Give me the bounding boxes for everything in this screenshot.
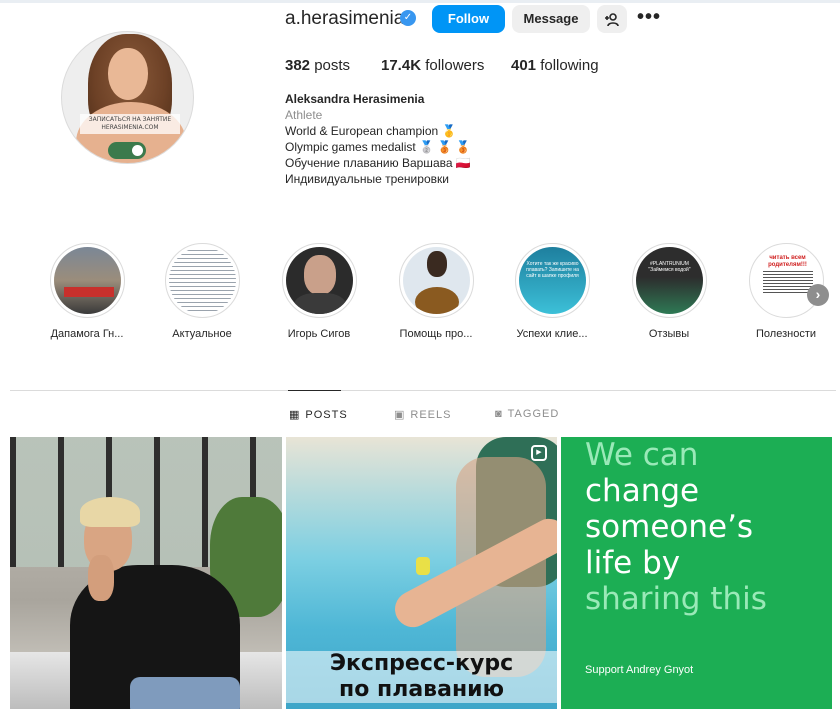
post-thumbnail[interactable]: We can change someone’s life by sharing …: [561, 437, 832, 709]
following-label: following: [540, 57, 599, 74]
post-thumbnail[interactable]: ▶ Экспресс-курс по плаванию: [286, 437, 557, 709]
highlight-item[interactable]: Хотите так же красиво плавать? Запишите …: [502, 243, 602, 340]
avatar-face: [108, 48, 148, 100]
active-tab-indicator: [288, 390, 341, 391]
post-person-hair: [80, 497, 140, 527]
highlight-body: [293, 293, 346, 314]
profile-full-name: Aleksandra Herasimenia: [285, 92, 425, 106]
highlight-label: Помощь про...: [399, 328, 473, 340]
profile-avatar[interactable]: ЗАПИСАТЬСЯ НА ЗАНЯТИЕ HERASIMENIA.COM: [61, 31, 194, 164]
highlight-label: Успехи клие...: [516, 328, 588, 340]
post-person-jeans: [130, 677, 240, 709]
add-user-icon: [605, 12, 619, 26]
bio-line: Olympic games medalist 🥈 🥉 🥉: [285, 140, 471, 154]
post-thumbnail[interactable]: [10, 437, 282, 709]
following-stat[interactable]: 401 following: [511, 57, 599, 74]
more-options-icon[interactable]: •••: [637, 7, 660, 27]
highlight-label: Отзывы: [648, 328, 690, 340]
post-text-line: someone’s: [585, 509, 754, 545]
tagged-icon: ◙: [495, 408, 503, 420]
highlight-cover: [285, 247, 353, 314]
chevron-right-icon[interactable]: ›: [807, 284, 829, 306]
avatar-toggle-graphic: [108, 142, 146, 159]
followers-label: followers: [425, 57, 485, 74]
followers-stat[interactable]: 17.4K followers: [381, 57, 484, 74]
highlight-item[interactable]: #PLANTRUNIUM "Займемся водой" Отзывы: [619, 243, 719, 340]
posts-count: 382: [285, 57, 311, 74]
followers-count: 17.4K: [381, 57, 422, 74]
post-text-line: life by: [585, 545, 681, 581]
post-caption-line: Экспресс-курс: [286, 651, 557, 677]
tabs-divider: [10, 390, 836, 391]
reel-icon: ▶: [531, 445, 547, 461]
verified-badge-icon: ✓: [400, 10, 416, 26]
tab-tagged[interactable]: ◙ TAGGED: [495, 408, 559, 420]
highlight-cover-text: #PLANTRUNIUM "Займемся водой": [648, 261, 691, 273]
highlight-cover: Хотите так же красиво плавать? Запишите …: [518, 247, 586, 314]
highlight-label: Игорь Сигов: [287, 328, 351, 340]
tab-reels[interactable]: ▣ REELS: [394, 408, 451, 421]
highlight-object: [414, 287, 459, 314]
highlight-cover-lines: [762, 271, 813, 295]
avatar-cta-text: ЗАПИСАТЬСЯ НА ЗАНЯТИЕ HERASIMENIA.COM: [80, 114, 180, 134]
reels-icon: ▣: [394, 409, 406, 421]
highlight-ring: [164, 243, 240, 318]
highlight-cover: читать всем родителям!!!: [752, 247, 820, 314]
bio-line: Индивидуальные тренировки: [285, 172, 449, 186]
highlight-cover: [168, 247, 236, 314]
post-support-text: Support Andrey Gnyot: [585, 664, 694, 676]
highlight-ring: [398, 243, 474, 318]
highlight-cover-text: Хотите так же красиво плавать? Запишите …: [526, 261, 579, 279]
highlight-item[interactable]: Игорь Сигов: [269, 243, 369, 340]
bio-line: World & European champion 🥇: [285, 124, 457, 138]
tab-label: TAGGED: [507, 408, 560, 420]
bio-line: Обучение плаванию Варшава 🇵🇱: [285, 156, 471, 170]
highlight-ring: читать всем родителям!!!: [748, 243, 824, 318]
highlight-cover: [402, 247, 470, 314]
tab-posts[interactable]: ▦ POSTS: [289, 408, 348, 421]
highlight-ring: [49, 243, 125, 318]
highlight-face: [426, 251, 447, 277]
posts-stat[interactable]: 382 posts: [285, 57, 350, 74]
highlight-item[interactable]: Помощь про...: [386, 243, 486, 340]
message-button[interactable]: Message: [512, 5, 590, 33]
highlight-ring: Хотите так же красиво плавать? Запишите …: [514, 243, 590, 318]
highlight-label: Полезности: [756, 328, 816, 340]
profile-category: Athlete: [285, 108, 323, 122]
highlight-face: [303, 255, 336, 295]
highlight-label: Дапамога Гн...: [50, 328, 124, 340]
following-count: 401: [511, 57, 537, 74]
post-text-line: change: [585, 473, 700, 509]
tab-label: REELS: [410, 409, 452, 421]
tab-label: POSTS: [305, 409, 348, 421]
grid-icon: ▦: [289, 409, 301, 421]
highlight-cover: [53, 247, 121, 314]
follow-button[interactable]: Follow: [432, 5, 505, 33]
highlight-item[interactable]: Актуальное: [152, 243, 252, 340]
add-user-button[interactable]: [597, 5, 627, 33]
post-person-hand: [88, 555, 114, 601]
highlight-ring: #PLANTRUNIUM "Займемся водой": [631, 243, 707, 318]
highlight-item[interactable]: Дапамога Гн...: [37, 243, 137, 340]
post-text-line: sharing this: [585, 581, 767, 617]
posts-label: posts: [314, 57, 351, 74]
highlight-ring: [281, 243, 357, 318]
highlight-banner: [63, 287, 114, 297]
profile-username: a.herasimenia: [285, 8, 405, 29]
top-border: [0, 0, 840, 3]
post-wristband: [416, 557, 430, 575]
highlight-cover: #PLANTRUNIUM "Займемся водой": [635, 247, 703, 314]
post-text-line: We can: [585, 437, 699, 473]
post-caption-line: по плаванию: [286, 677, 557, 703]
highlight-cover-text: читать всем родителям!!!: [768, 255, 807, 268]
highlight-label: Актуальное: [172, 328, 232, 340]
